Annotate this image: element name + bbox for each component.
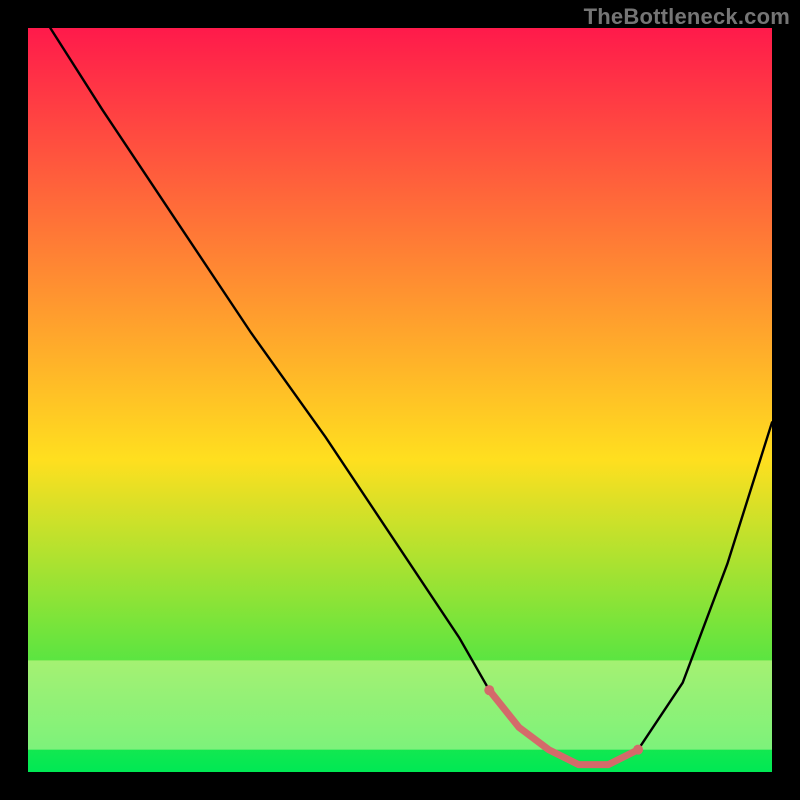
optimal-end-dot <box>633 745 643 755</box>
bottleneck-chart <box>0 0 800 800</box>
glow-band <box>28 660 772 749</box>
optimal-start-dot <box>484 685 494 695</box>
chart-stage: { "watermark": { "text": "TheBottleneck.… <box>0 0 800 800</box>
watermark-text: TheBottleneck.com <box>584 4 790 30</box>
